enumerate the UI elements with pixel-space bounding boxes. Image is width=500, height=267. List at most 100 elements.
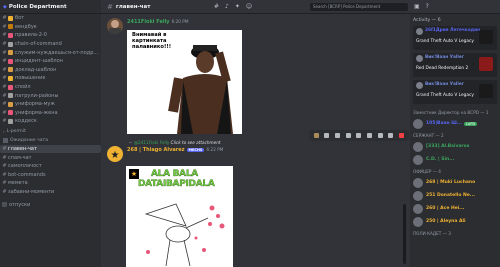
author-name[interactable]: 268 | Thiago Alvarez	[127, 147, 185, 153]
activity-card[interactable]: 26f1Дрия Летечкадин Grand Theft Auto V Le…	[413, 26, 497, 50]
activity-header: Activity — 6	[413, 17, 441, 23]
channel-item[interactable]: # служим-нуждаешься-от-подр...	[0, 48, 101, 57]
message-image-attachment[interactable]: Внимавай в картинката палавнико!!!	[127, 30, 242, 134]
reply-icon[interactable]	[345, 133, 351, 138]
activity-card[interactable]: Вик!Ваан Уаllег Grand Theft Auto V Legacy	[413, 80, 497, 104]
avatar[interactable]	[413, 118, 423, 129]
role-header: Заместник Директор на ВСРD — 1	[413, 109, 489, 115]
member-item[interactable]: 105|Ваан Ш... LAPD	[410, 117, 500, 130]
server-icon: ◆	[3, 3, 7, 10]
channel-item[interactable]: # униформа-муж	[0, 100, 101, 109]
member-item[interactable]: 260 | Ace Hei...	[410, 202, 500, 215]
reply-attachment-link[interactable]: Click to see attachment	[171, 140, 221, 145]
server-header[interactable]: ◆ Police Department	[0, 0, 101, 14]
avatar[interactable]	[413, 154, 423, 165]
game-icon	[479, 84, 493, 98]
hashtag-icon: #	[2, 66, 7, 73]
member-item[interactable]: 251 Donatello Ne...	[410, 189, 500, 202]
edit-icon[interactable]	[324, 133, 330, 138]
hashtag-icon: #	[2, 163, 7, 170]
channel-item[interactable]: # chain-of-command	[0, 40, 101, 49]
category-permit[interactable]: › L-permit	[0, 127, 101, 136]
channel-emoji-icon	[8, 110, 13, 116]
channel-item[interactable]: # коддеск	[0, 117, 101, 126]
hashtag-icon: #	[2, 32, 7, 39]
svg-text:★: ★	[111, 150, 120, 161]
avatar[interactable]	[413, 216, 423, 227]
channel-item[interactable]: # мемета	[0, 179, 101, 188]
emoji-icon[interactable]	[335, 133, 341, 138]
avatar[interactable]	[413, 141, 423, 152]
channel-item[interactable]: # доклад-шаблон	[0, 66, 101, 75]
members-icon[interactable]: ☺	[246, 3, 252, 10]
channel-item[interactable]: # правила-2-0	[0, 31, 101, 40]
hashtag-icon: #	[2, 180, 7, 187]
channel-item[interactable]: # повышение	[0, 74, 101, 83]
member-list: Activity — 6 26f1Дрия Летечкадин Grand Th…	[410, 14, 500, 267]
pin-icon[interactable]	[377, 133, 383, 138]
channel-item[interactable]: # самоплачост	[0, 162, 101, 171]
role-badge: MECHS	[186, 148, 205, 152]
channel-item[interactable]: # вендбук	[0, 23, 101, 32]
avatar[interactable]: ★	[107, 146, 123, 162]
channel-item[interactable]: # bot-commands	[0, 171, 101, 180]
channel-emoji-icon	[8, 41, 13, 47]
avatar[interactable]	[416, 28, 423, 35]
activity-cards: 26f1Дрия Летечкадин Grand Theft Auto V Le…	[410, 26, 500, 104]
thread-icon[interactable]	[367, 133, 373, 138]
bell-icon[interactable]: ♪	[225, 3, 229, 10]
hashtag-icon: #	[2, 188, 7, 195]
member-item[interactable]: C.D. | Sin...	[410, 153, 500, 166]
message-image-attachment[interactable]: ★ ALA BALA DATAIBAPIDALA	[126, 166, 233, 267]
channel-item-otpuski[interactable]: отпуски	[0, 200, 101, 209]
channel-item[interactable]: # спам-чат	[0, 153, 101, 162]
threads-icon[interactable]: #	[214, 3, 219, 10]
chat-area: 2411Floki Felly 6:20 PM Внимавай в картин…	[101, 14, 410, 267]
help-icon[interactable]: ?	[426, 3, 429, 10]
hashtag-icon: #	[2, 146, 7, 153]
pin-icon[interactable]: ✦	[235, 3, 240, 10]
delete-icon[interactable]	[399, 133, 405, 138]
hashtag-icon: #	[2, 92, 7, 99]
member-tag: LAPD	[463, 121, 478, 126]
activity-user-name: Вик!Ваан Уаllег	[425, 82, 465, 87]
message-author[interactable]: 2411Floki Felly 6:20 PM	[127, 19, 188, 25]
member-item[interactable]: 250 | Aleyna Ali	[410, 215, 500, 228]
channel-item[interactable]: # забавни-моменти	[0, 188, 101, 197]
reaction-icon[interactable]	[313, 133, 319, 138]
avatar[interactable]	[413, 190, 423, 201]
copy-icon[interactable]	[388, 133, 394, 138]
channel-item[interactable]: # патрули-районы	[0, 91, 101, 100]
reply-reference[interactable]: ⌐ @2411Floki Felly Click to see attachme…	[129, 140, 221, 145]
avatar[interactable]	[416, 82, 423, 89]
avatar[interactable]	[413, 203, 423, 214]
avatar[interactable]	[416, 55, 423, 62]
channel-emoji-icon	[8, 75, 13, 81]
channel-emoji-icon	[8, 50, 13, 56]
avatar[interactable]	[107, 18, 123, 34]
channel-emoji-icon	[8, 93, 13, 99]
activity-card[interactable]: Вик!Ваан Уаllег Red Dead Redemption 2	[413, 53, 497, 77]
forward-icon[interactable]	[356, 133, 362, 138]
author-name[interactable]: 2411Floki Felly	[127, 19, 170, 25]
member-item[interactable]: 268 | Muki Luchano	[410, 176, 500, 189]
category-general[interactable]: Ожидание чата	[0, 136, 101, 145]
top-right-toolbar: ▣ ?	[410, 0, 500, 14]
inbox-icon[interactable]: ▣	[414, 3, 420, 10]
reply-mention[interactable]: @2411Floki Felly	[134, 140, 169, 145]
channel-item[interactable]: # инцидент-шаблон	[0, 57, 101, 66]
search-input[interactable]: Search [BCRP] Police Department	[310, 3, 408, 11]
message-actions-toolbar	[309, 130, 409, 141]
channel-item[interactable]: # униформа-жена	[0, 109, 101, 118]
channel-item[interactable]: # главен-чат	[0, 144, 101, 154]
message-time: 6:20 PM	[171, 19, 189, 24]
channel-item[interactable]: # спойл	[0, 83, 101, 92]
chat-scrollbar[interactable]	[403, 204, 406, 264]
game-icon	[479, 57, 493, 71]
message-author[interactable]: 268 | Thiago Alvarez MECHS 6:22 PM	[127, 147, 223, 153]
channel-emoji-icon	[8, 67, 13, 73]
hashtag-icon: #	[2, 58, 7, 65]
member-item[interactable]: [333] Al.Bsivaros	[410, 140, 500, 153]
channel-item[interactable]: # бот	[0, 14, 101, 23]
avatar[interactable]	[413, 177, 423, 188]
